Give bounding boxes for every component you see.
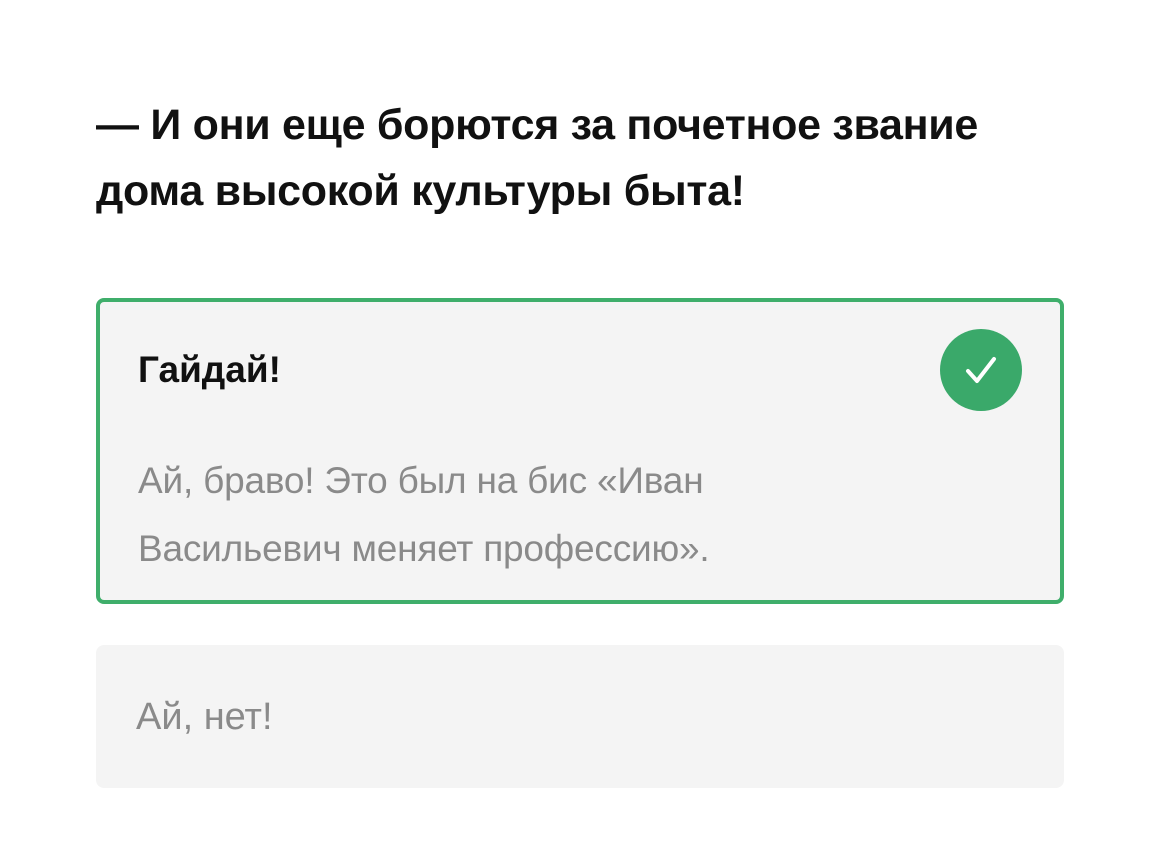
quiz-page: — И они еще борются за почетное звание д… — [0, 0, 1150, 864]
answer-option-label: Ай, нет! — [136, 696, 273, 738]
answer-option-title: Гайдай! — [138, 349, 281, 390]
answer-option[interactable]: Ай, нет! — [96, 645, 1064, 788]
answer-option-correct[interactable]: Гайдай! Ай, браво! Это был на бис «Иван … — [96, 298, 1064, 604]
answer-explanation: Ай, браво! Это был на бис «Иван Васильев… — [138, 460, 710, 569]
check-icon — [940, 329, 1022, 411]
question-text: — И они еще борются за почетное звание д… — [96, 101, 979, 215]
